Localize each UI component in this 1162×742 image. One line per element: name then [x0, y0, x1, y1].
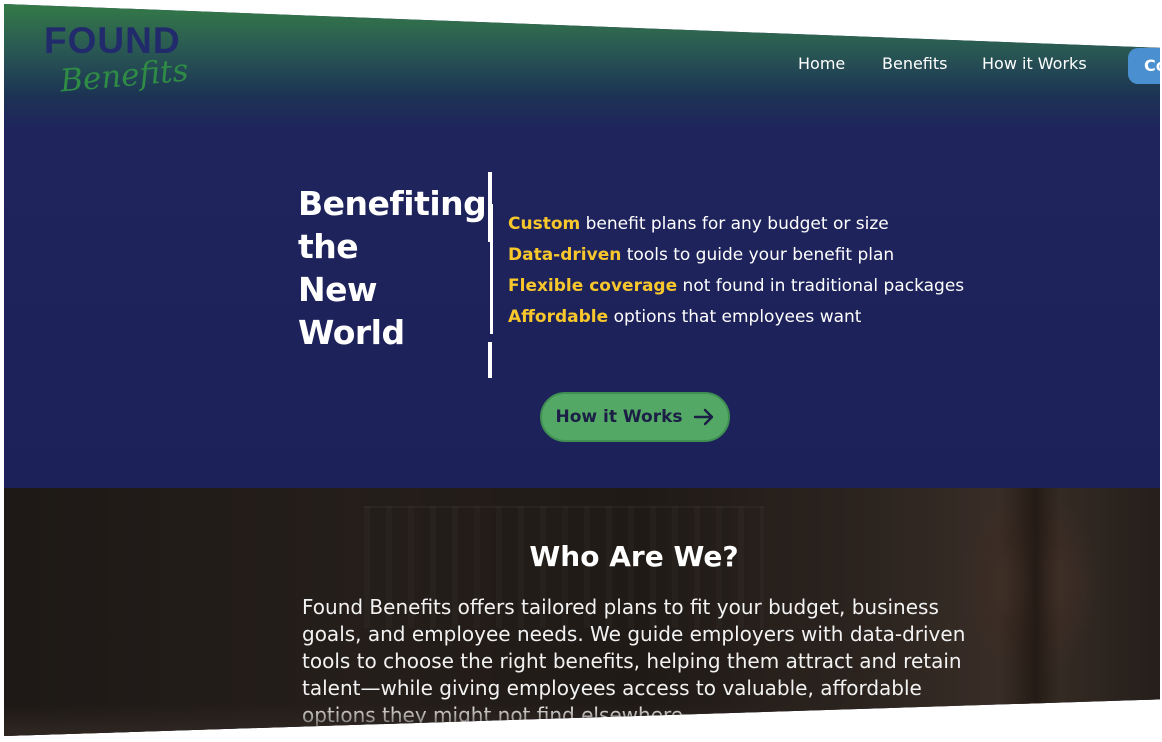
nav-link-how-it-works[interactable]: How it Works: [982, 54, 1087, 73]
feature-text: not found in traditional packages: [677, 276, 965, 296]
page: FOUND Benefits Home Benefits How it Work…: [4, 4, 1160, 736]
how-it-works-button[interactable]: How it Works: [540, 392, 730, 442]
divider-accent: [490, 204, 493, 334]
headline-line: Benefiting: [298, 184, 487, 223]
top-nav: Home Benefits How it Works: [4, 54, 1160, 78]
feature-highlight: Affordable: [508, 307, 609, 327]
feature-item: Affordable options that employees want: [508, 307, 1028, 338]
headline-line: New: [298, 270, 378, 309]
about-title: Who Are We?: [4, 540, 1160, 573]
feature-text: tools to guide your benefit plan: [621, 245, 895, 265]
about-title-text: Who Are We?: [529, 540, 739, 573]
feature-text: benefit plans for any budget or size: [580, 214, 889, 234]
hero-headline: Benefiting the New World: [298, 182, 488, 354]
feature-list: Custom benefit plans for any budget or s…: [508, 214, 1028, 338]
feature-item: Flexible coverage not found in tradition…: [508, 276, 1028, 307]
nav-contact-button[interactable]: Co: [1128, 48, 1160, 84]
feature-highlight: Data-driven: [508, 245, 622, 265]
headline-line: the: [298, 227, 359, 266]
nav-link-home[interactable]: Home: [798, 54, 845, 73]
feature-item: Custom benefit plans for any budget or s…: [508, 214, 1028, 245]
how-it-works-label: How it Works: [555, 407, 683, 427]
feature-item: Data-driven tools to guide your benefit …: [508, 245, 1028, 276]
hero-section: FOUND Benefits Home Benefits How it Work…: [4, 4, 1160, 488]
feature-highlight: Custom: [508, 214, 581, 234]
feature-highlight: Flexible coverage: [508, 276, 678, 296]
arrow-right-icon: [693, 408, 713, 426]
headline-line: World: [298, 313, 405, 352]
feature-text: options that employees want: [608, 307, 862, 327]
nav-link-benefits[interactable]: Benefits: [882, 54, 948, 73]
bottom-fade: [4, 704, 1160, 736]
